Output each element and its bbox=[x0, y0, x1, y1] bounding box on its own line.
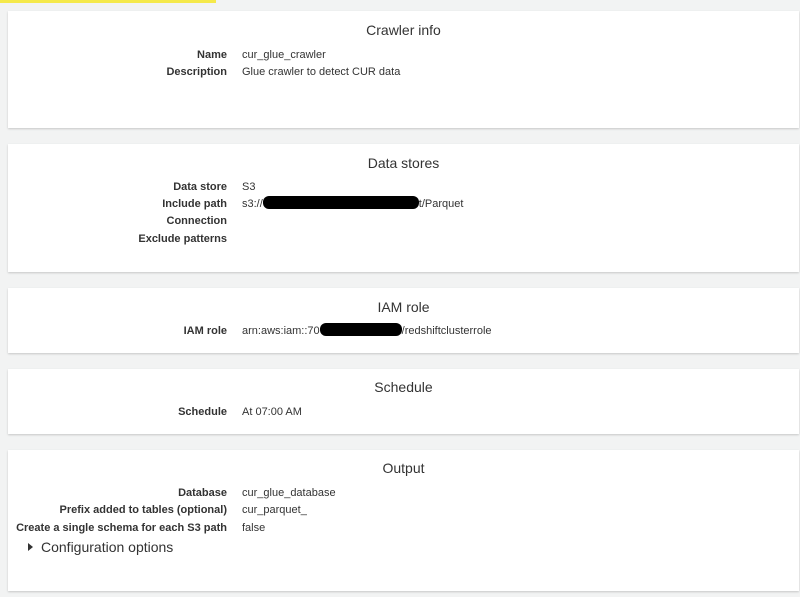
detail-row-include-path: Include path s3:// t/Parquet bbox=[8, 196, 799, 213]
iam-role-label: IAM role bbox=[183, 325, 227, 337]
panel-title-data-stores: Data stores bbox=[367, 155, 440, 171]
detail-row-schedule: Schedule At 07:00 AM bbox=[8, 404, 799, 421]
data-stores-panel: Data stores Data store S3 Include path s… bbox=[8, 144, 799, 272]
connection-label: Connection bbox=[166, 215, 228, 227]
data-store-value: S3 bbox=[242, 181, 256, 193]
detail-row-table-prefix: Prefix added to tables (optional) cur_pa… bbox=[8, 502, 799, 519]
top-accent-bar bbox=[0, 0, 216, 3]
detail-row-description: Description Glue crawler to detect CUR d… bbox=[8, 64, 799, 81]
include-path-prefix: s3:// bbox=[242, 198, 263, 210]
iam-role-panel: IAM role IAM role arn:aws:iam::70/redshi… bbox=[8, 288, 799, 353]
detail-row-database: Database cur_glue_database bbox=[8, 485, 799, 502]
table-prefix-value: cur_parquet_ bbox=[242, 504, 307, 516]
panel-title-iam-role: IAM role bbox=[377, 299, 430, 315]
schedule-value: At 07:00 AM bbox=[242, 406, 302, 418]
detail-row-exclude-patterns: Exclude patterns bbox=[8, 231, 799, 248]
iam-role-suffix: /redshiftclusterrole bbox=[401, 325, 492, 337]
detail-row-single-schema: Create a single schema for each S3 path … bbox=[8, 520, 799, 537]
table-prefix-label: Prefix added to tables (optional) bbox=[59, 504, 227, 516]
redaction-bar bbox=[262, 196, 419, 209]
detail-row-data-store: Data store S3 bbox=[8, 179, 799, 196]
description-label: Description bbox=[166, 66, 227, 78]
name-value: cur_glue_crawler bbox=[242, 49, 326, 61]
caret-right-icon bbox=[28, 543, 33, 551]
redaction-bar bbox=[319, 323, 402, 336]
single-schema-label: Create a single schema for each S3 path bbox=[16, 522, 227, 534]
include-path-value: s3:// t/Parquet bbox=[242, 196, 463, 213]
iam-role-value: arn:aws:iam::70/redshiftclusterrole bbox=[242, 323, 492, 340]
data-store-label: Data store bbox=[173, 181, 227, 193]
detail-row-connection: Connection bbox=[8, 213, 799, 230]
detail-row-name: Name cur_glue_crawler bbox=[8, 47, 799, 64]
output-panel: Output Database cur_glue_database Prefix… bbox=[8, 450, 799, 591]
name-label: Name bbox=[197, 49, 227, 61]
include-path-label: Include path bbox=[162, 198, 227, 210]
panel-title-crawler-info: Crawler info bbox=[366, 22, 441, 38]
database-value: cur_glue_database bbox=[242, 487, 336, 499]
configuration-options-toggle[interactable]: Configuration options bbox=[28, 539, 173, 555]
detail-row-iam-role: IAM role arn:aws:iam::70/redshiftcluster… bbox=[8, 323, 799, 340]
configuration-options-label: Configuration options bbox=[41, 539, 174, 555]
crawler-info-panel: Crawler info Name cur_glue_crawler Descr… bbox=[8, 11, 799, 128]
exclude-patterns-label: Exclude patterns bbox=[138, 233, 227, 245]
single-schema-value: false bbox=[242, 522, 266, 534]
description-value: Glue crawler to detect CUR data bbox=[242, 66, 401, 78]
panel-title-output: Output bbox=[382, 460, 425, 476]
iam-role-prefix: arn:aws:iam::70 bbox=[242, 325, 320, 337]
database-label: Database bbox=[178, 487, 227, 499]
panel-title-schedule: Schedule bbox=[374, 379, 433, 395]
schedule-label: Schedule bbox=[178, 406, 227, 418]
include-path-suffix: t/Parquet bbox=[418, 198, 464, 210]
schedule-panel: Schedule Schedule At 07:00 AM bbox=[8, 369, 799, 434]
